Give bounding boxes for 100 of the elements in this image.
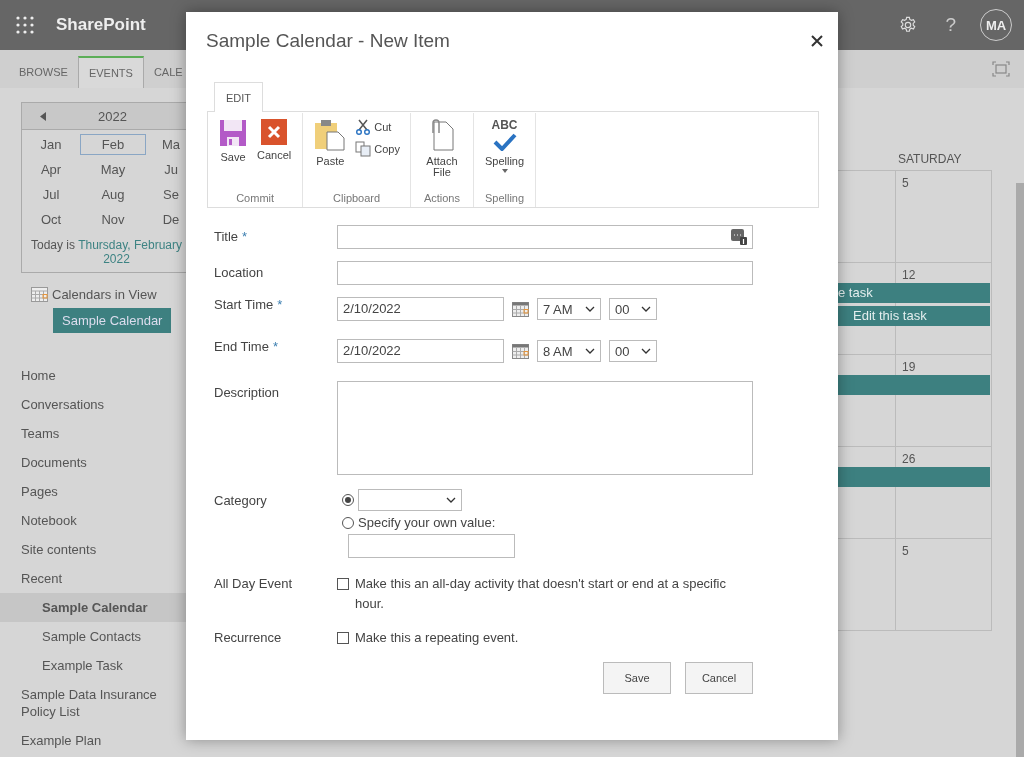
checkbox-label: Make this an all-day activity that doesn't start or end at a specific hour. (355, 575, 727, 613)
ribbon-tab[interactable]: EDIT (214, 82, 264, 112)
chevron-icon (641, 348, 651, 354)
required-mark: * (277, 297, 283, 312)
group-label: Commit (235, 192, 276, 206)
text-field[interactable] (337, 225, 753, 249)
today-text: Today is (31, 238, 76, 252)
minute-dropdown[interactable]: 00 (609, 340, 657, 362)
checkmark-icon (492, 133, 517, 151)
ribbon-button[interactable]: ABC Spelling (479, 113, 530, 192)
nav-link[interactable]: Sample Contacts (0, 622, 186, 651)
ribbon-tab[interactable]: EVENTS (77, 56, 144, 88)
date-number: 19 (902, 360, 916, 374)
month-cell[interactable]: Feb (80, 134, 146, 155)
nav-link[interactable]: Sample Data Insurance Policy List (0, 680, 186, 726)
date-field[interactable]: 2/10/2022 (337, 339, 504, 363)
copy-icon (355, 141, 372, 157)
app-name[interactable]: SharePoint (56, 15, 146, 35)
chevron-icon (446, 497, 456, 503)
today-link[interactable]: Thursday, February (78, 238, 182, 252)
calendar-chip[interactable]: Sample Calendar (53, 308, 172, 333)
month-cell[interactable]: Jan (22, 134, 80, 155)
cancel-icon (261, 119, 288, 145)
required-mark: * (242, 229, 248, 244)
spelling-abc-label: ABC (491, 119, 518, 131)
dialog-button[interactable]: Cancel (685, 662, 753, 694)
dialog-button[interactable]: Save (603, 662, 671, 694)
month-cell[interactable]: Apr (22, 159, 80, 180)
nav-link[interactable]: Sample Calendar (0, 593, 186, 622)
radio-label: Specify your own value: (358, 515, 496, 530)
month-cell[interactable]: Aug (80, 184, 146, 205)
hour-dropdown[interactable]: 8 AM (537, 340, 601, 362)
date-field[interactable]: 2/10/2022 (337, 297, 504, 321)
field-label: All Day Event (214, 576, 293, 591)
event-bar[interactable]: e task (838, 283, 990, 303)
close-icon[interactable] (811, 35, 823, 47)
chevron-icon (641, 306, 651, 312)
nav-link[interactable]: Recent (0, 564, 186, 593)
paste-icon (314, 119, 347, 151)
field-label: Category (214, 493, 267, 508)
previous-icon[interactable] (40, 111, 46, 121)
nav-link[interactable]: Site contents (0, 535, 186, 564)
month-cell[interactable]: Se (146, 184, 186, 205)
app-launcher-icon[interactable] (16, 16, 34, 34)
custom-value-field[interactable] (348, 534, 515, 558)
save-icon (219, 119, 247, 147)
nav-link[interactable]: Notebook (0, 506, 186, 535)
ribbon-button[interactable]: Paste (309, 113, 352, 192)
checkbox[interactable] (337, 632, 349, 644)
help-button[interactable]: ? (945, 14, 956, 36)
ribbon-button[interactable]: Attach File (416, 113, 467, 192)
scrollbar[interactable] (1016, 183, 1024, 757)
month-cell[interactable]: May (80, 159, 146, 180)
field-label: End Time (214, 339, 269, 354)
text-field[interactable] (337, 261, 753, 285)
ribbon-button[interactable]: Cut (351, 119, 404, 135)
ribbon-tab[interactable]: BROWSE (9, 56, 78, 88)
field-label: Description (214, 385, 280, 400)
event-bar[interactable]: Edit this task (838, 306, 990, 326)
field-label: Title (214, 229, 239, 244)
nav-link[interactable]: Conversations (0, 390, 186, 419)
month-cell[interactable]: Oct (22, 209, 80, 230)
language-icon (731, 229, 747, 245)
dropdown-icon (501, 169, 508, 173)
month-cell[interactable]: Jul (22, 184, 80, 205)
date-number: 5 (902, 176, 909, 190)
nav-link[interactable]: Home (0, 361, 186, 390)
nav-link[interactable]: Documents (0, 448, 186, 477)
date-number: 12 (902, 268, 916, 282)
chevron-icon (585, 306, 595, 312)
description-field[interactable] (337, 381, 753, 475)
nav-link[interactable]: Example Task (0, 651, 186, 680)
day-header: SATURDAY (898, 152, 963, 166)
checkbox-label: Make this a repeating event. (355, 629, 519, 647)
field-label: Start Time (214, 297, 274, 312)
checkbox[interactable] (337, 578, 349, 590)
calendar-icon[interactable] (512, 301, 529, 317)
group-label: Spelling (483, 192, 526, 206)
calendars-in-view-label: Calendars in View (52, 287, 157, 302)
date-number: 5 (902, 544, 909, 558)
nav-link[interactable]: Teams (0, 419, 186, 448)
minute-dropdown[interactable]: 00 (609, 298, 657, 320)
month-cell[interactable]: Ma (146, 134, 186, 155)
nav-link[interactable]: Pages (0, 477, 186, 506)
group-label: Actions (422, 192, 461, 206)
ribbon-button[interactable]: Cancel (252, 113, 297, 192)
field-label: Recurrence (214, 630, 282, 645)
nav-link[interactable]: Example Plan (0, 726, 186, 755)
hour-dropdown[interactable]: 7 AM (537, 298, 601, 320)
ribbon-button[interactable]: Save (214, 113, 252, 192)
dialog-title: Sample Calendar - New Item (206, 30, 450, 52)
month-cell[interactable]: Nov (80, 209, 146, 230)
ribbon-button[interactable]: Copy (351, 141, 404, 157)
required-mark: * (272, 339, 278, 354)
calendar-icon (31, 287, 48, 302)
month-cell[interactable]: De (146, 209, 186, 230)
settings-icon[interactable] (899, 16, 918, 34)
calendar-icon[interactable] (512, 343, 529, 359)
today-year-link[interactable]: 2022 (103, 252, 130, 266)
month-cell[interactable]: Ju (146, 159, 186, 180)
